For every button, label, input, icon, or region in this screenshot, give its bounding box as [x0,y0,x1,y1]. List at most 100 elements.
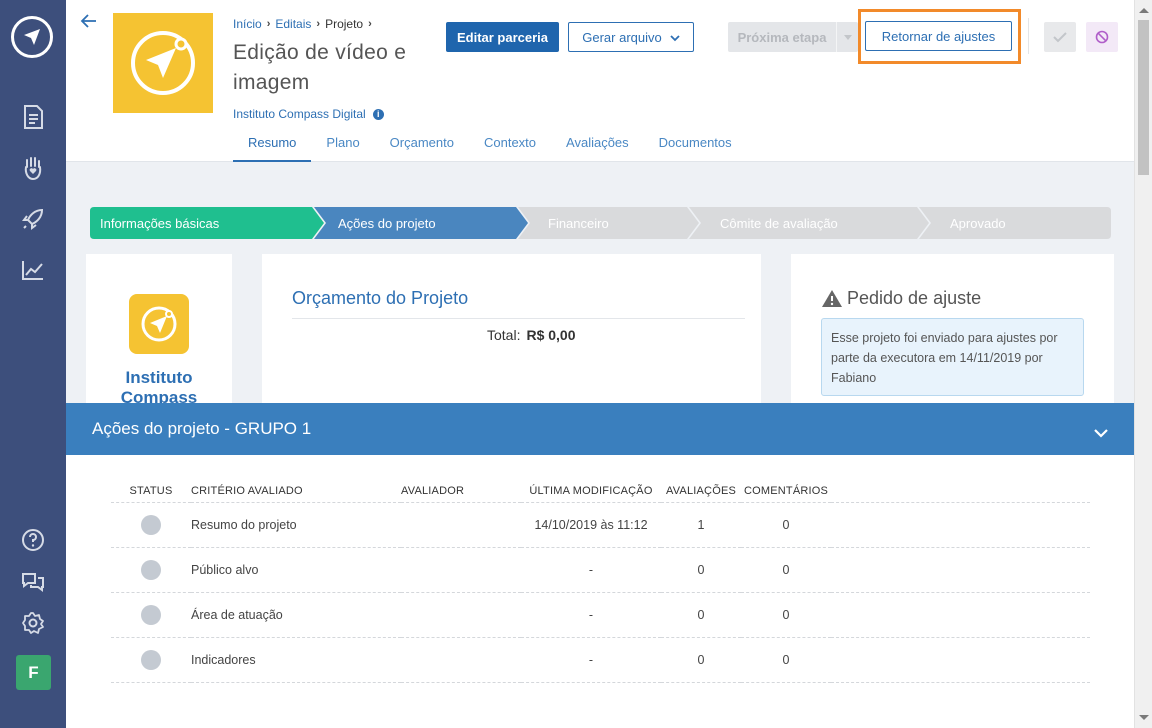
comments-cell: 0 [741,592,831,638]
table-row[interactable]: Área de atuação - 0 0 [111,592,1090,638]
col-status: STATUS [111,480,191,503]
breadcrumb-home[interactable]: Início [233,17,262,31]
table-row[interactable]: Indicadores - 0 0 [111,637,1090,683]
tab-avaliacoes[interactable]: Avaliações [551,125,644,162]
toolbar-divider [1028,18,1029,54]
page-title: Edição de vídeo e imagem [233,41,407,94]
breadcrumb-notices[interactable]: Editais [275,17,311,31]
evaluator-cell [401,592,521,638]
evaluator-cell [401,637,521,683]
col-criterion: CRITÉRIO AVALIADO [191,480,401,503]
rocket-icon[interactable] [19,205,47,233]
status-dot [141,514,161,535]
col-spacer [831,480,1090,503]
col-comments: COMENTÁRIOS [741,480,831,503]
table-row[interactable]: Resumo do projeto 14/10/2019 às 11:12 1 … [111,502,1090,548]
tab-documentos[interactable]: Documentos [644,125,747,162]
modified-cell: - [521,592,661,638]
budget-card: Orçamento do Projeto Total: R$ 0,00 [262,254,761,414]
hand-heart-icon[interactable] [19,154,47,182]
breadcrumb: Início › Editais › Projeto › [233,17,372,31]
criterion-cell[interactable]: Público alvo [191,547,401,593]
help-icon[interactable] [19,526,47,554]
budget-title: Orçamento do Projeto [292,288,469,308]
main-content: Início › Editais › Projeto › Edição de v… [66,0,1134,728]
org-name[interactable]: Instituto Compass Digital [233,107,366,121]
spacer-cell [831,592,1090,638]
modified-cell: - [521,547,661,593]
tab-resumo[interactable]: Resumo [233,125,312,162]
chart-icon[interactable] [19,256,47,284]
table-row[interactable]: Público alvo - 0 0 [111,547,1090,593]
scrollbar[interactable] [1134,0,1152,728]
adjust-title: Pedido de ajuste [821,288,981,309]
tab-bar: Resumo Plano Orçamento Contexto Avaliaçõ… [233,125,747,162]
spacer-cell [831,637,1090,683]
comments-cell: 0 [741,502,831,548]
adjust-message: Esse projeto foi enviado para ajustes po… [821,318,1084,396]
next-step-button: Próxima etapa [728,22,858,52]
chevron-down-icon[interactable] [1094,425,1108,443]
criterion-cell[interactable]: Indicadores [191,637,401,683]
step-basic-info: Informações básicas [100,215,220,231]
evaluations-cell: 0 [661,592,741,638]
org-card: Instituto Compass [86,254,232,414]
scrollbar-thumb[interactable] [1138,20,1149,175]
scroll-up-icon[interactable] [1139,8,1149,13]
adjust-title-text: Pedido de ajuste [847,288,982,308]
budget-total-value: R$ 0,00 [526,327,576,343]
chevron-down-icon [836,22,858,52]
status-dot [141,604,161,625]
gear-icon[interactable] [19,609,47,637]
group-panel-body: STATUS CRITÉRIO AVALIADO AVALIADOR ÚLTIM… [66,455,1134,728]
criterion-cell[interactable]: Área de atuação [191,592,401,638]
comments-cell: 0 [741,637,831,683]
col-modified: ÚLTIMA MODIFICAÇÃO [521,480,661,503]
return-adjustments-button[interactable]: Retornar de ajustes [865,21,1012,51]
breadcrumb-separator: › [368,18,372,30]
group-title: Ações do projeto - GRUPO 1 [92,419,312,438]
progress-steps: Informações básicas Ações do projeto Fin… [90,207,1111,239]
budget-total-label: Total: [487,327,521,343]
spacer-cell [831,547,1090,593]
budget-total: Total: R$ 0,00 [487,327,576,343]
tab-plano[interactable]: Plano [311,125,374,162]
adjust-request-card: Pedido de ajuste Esse projeto foi enviad… [791,254,1114,414]
criterion-cell[interactable]: Resumo do projeto [191,502,401,548]
org-link[interactable]: Instituto Compass Digital i [233,107,384,121]
chevron-down-icon [670,30,680,45]
logo-icon[interactable] [11,16,53,58]
document-icon[interactable] [19,103,47,131]
generate-file-button[interactable]: Gerar arquivo [568,22,694,52]
status-dot [141,649,161,670]
chat-icon[interactable] [19,567,47,595]
group-panel-header[interactable]: Ações do projeto - GRUPO 1 [66,403,1134,455]
tab-contexto[interactable]: Contexto [469,125,551,162]
info-icon[interactable]: i [372,108,384,120]
evaluator-cell [401,502,521,548]
breadcrumb-separator: › [316,18,321,30]
modified-cell: - [521,637,661,683]
block-icon[interactable] [1086,22,1118,52]
next-step-label: Próxima etapa [737,29,827,45]
edit-partnership-button[interactable]: Editar parceria [446,22,559,52]
warning-icon [822,290,842,307]
evaluations-cell: 0 [661,637,741,683]
project-header: Início › Editais › Projeto › Edição de v… [66,0,1134,162]
evaluations-cell: 0 [661,547,741,593]
modified-cell: 14/10/2019 às 11:12 [521,502,661,548]
spacer-cell [831,502,1090,548]
back-arrow-icon[interactable] [80,12,98,30]
tab-orcamento[interactable]: Orçamento [375,125,469,162]
org-card-name: Instituto Compass [120,368,198,407]
user-avatar[interactable]: F [16,655,51,690]
step-committee: Cômite de avaliação [720,215,838,231]
scroll-down-icon[interactable] [1139,715,1149,720]
sidebar: F [0,0,66,728]
criteria-table: STATUS CRITÉRIO AVALIADO AVALIADOR ÚLTIM… [111,480,1090,683]
step-approved: Aprovado [950,215,1006,231]
status-cell [111,592,191,638]
check-icon[interactable] [1044,22,1076,52]
col-evaluations: AVALIAÇÕES [661,480,741,503]
col-evaluator: AVALIADOR [401,480,521,503]
